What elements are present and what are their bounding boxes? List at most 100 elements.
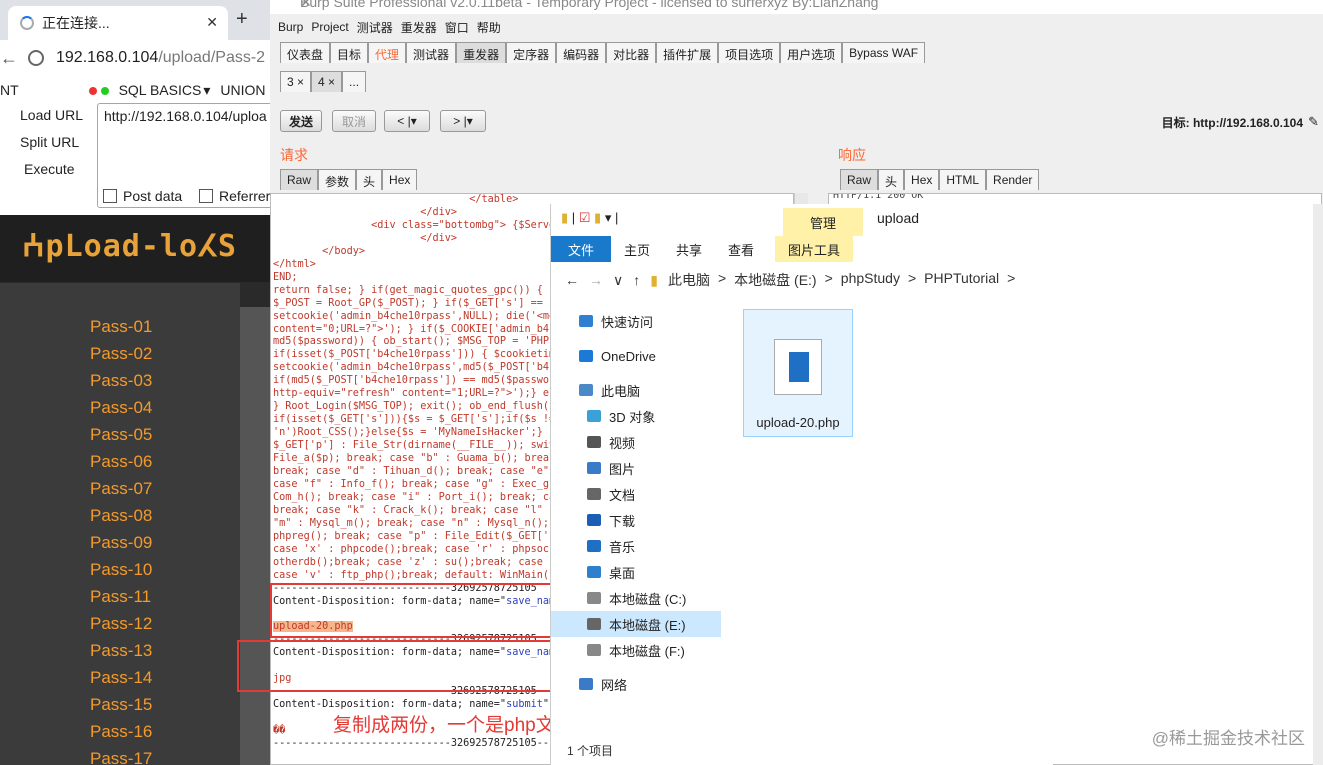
pass-link[interactable]: Pass-04 — [90, 398, 152, 418]
nav-item[interactable]: 本地磁盘 (C:) — [551, 585, 721, 611]
ribbon-tab[interactable]: 主页 — [611, 236, 663, 262]
pass-link[interactable]: Pass-01 — [90, 317, 152, 337]
pass-link[interactable]: Pass-13 — [90, 641, 152, 661]
hackbar-sql-menu[interactable]: SQL BASICS — [119, 82, 202, 98]
quick-access-toolbar[interactable]: ▮ | ☑ ▮ ▾ | — [561, 210, 618, 226]
pass-link[interactable]: Pass-10 — [90, 560, 152, 580]
main-tab[interactable]: Bypass WAF — [842, 42, 926, 63]
menu-item[interactable]: Burp — [278, 20, 303, 34]
menu-item[interactable]: 帮助 — [477, 19, 501, 36]
cancel-button[interactable]: 取消 — [332, 110, 376, 132]
explorer-address-bar[interactable]: ← → ∨ ↑ ▮ 此电脑 > 本地磁盘 (E:) > phpStudy > PHPTuto… — [551, 266, 1054, 294]
edit-target-icon[interactable]: ✎ — [1308, 114, 1319, 130]
manage-tab[interactable]: 管理 — [783, 208, 863, 236]
nav-item[interactable]: 快速访问 — [551, 308, 721, 334]
request-tab[interactable]: Raw — [280, 169, 319, 190]
back-icon[interactable]: ← — [0, 48, 22, 69]
new-tab-icon[interactable]: + — [236, 8, 248, 31]
pass-link[interactable]: Pass-05 — [90, 425, 152, 445]
request-tab[interactable]: Hex — [382, 169, 418, 190]
ribbon-tab[interactable]: 共享 — [663, 236, 715, 262]
nav-item[interactable]: 本地磁盘 (E:) — [551, 611, 721, 637]
send-button[interactable]: 发送 — [280, 110, 322, 132]
post-data-checkbox[interactable]: Post data — [103, 188, 182, 204]
menu-item[interactable]: Project — [311, 20, 348, 34]
explorer-scrollbar[interactable] — [1313, 204, 1323, 765]
nav-item[interactable]: 图片 — [551, 455, 721, 481]
checkbox-box[interactable] — [199, 189, 213, 203]
back-button[interactable]: < | ▾ — [384, 110, 430, 132]
pass-link[interactable]: Pass-09 — [90, 533, 152, 553]
back-icon[interactable]: ← — [565, 272, 579, 288]
request-tab[interactable]: 参数 — [318, 169, 357, 190]
target-label[interactable]: 目标: http://192.168.0.104 — [1162, 114, 1303, 131]
response-tab[interactable]: Raw — [840, 169, 879, 190]
main-tab[interactable]: 重发器 — [456, 42, 507, 63]
menu-item[interactable]: 测试器 — [357, 19, 393, 36]
main-tab[interactable]: 定序器 — [506, 42, 557, 63]
menu-item[interactable]: 窗口 — [445, 19, 469, 36]
pass-link[interactable]: Pass-17 — [90, 749, 152, 765]
pass-link[interactable]: Pass-03 — [90, 371, 152, 391]
main-tab[interactable]: 用户选项 — [780, 42, 843, 63]
response-tab[interactable]: Render — [986, 169, 1040, 190]
main-tab[interactable]: 编码器 — [556, 42, 607, 63]
main-tab[interactable]: 代理 — [368, 42, 407, 63]
main-tab[interactable]: 测试器 — [406, 42, 457, 63]
referrer-checkbox[interactable]: Referrer — [199, 188, 270, 204]
execute-button[interactable]: Execute — [0, 157, 96, 181]
breadcrumb-item[interactable]: phpStudy — [841, 270, 900, 290]
browser-tab[interactable]: 正在连接... ✕ — [8, 6, 228, 40]
pass-link[interactable]: Pass-14 — [90, 668, 152, 688]
pass-link[interactable]: Pass-15 — [90, 695, 152, 715]
split-url-button[interactable]: Split URL — [0, 130, 96, 154]
forward-icon[interactable]: → — [589, 272, 603, 288]
main-tab[interactable]: 插件扩展 — [656, 42, 719, 63]
main-tab[interactable]: 对比器 — [606, 42, 657, 63]
nav-item[interactable]: 音乐 — [551, 533, 721, 559]
response-tab[interactable]: 头 — [878, 169, 905, 190]
main-tab[interactable]: 项目选项 — [718, 42, 781, 63]
site-info-icon[interactable] — [28, 50, 44, 66]
response-tab[interactable]: Hex — [904, 169, 940, 190]
nav-item[interactable]: 文档 — [551, 481, 721, 507]
main-tab[interactable]: 仪表盘 — [280, 42, 331, 63]
nav-item[interactable]: 本地磁盘 (F:) — [551, 637, 721, 663]
nav-item[interactable]: 此电脑 — [551, 377, 721, 403]
forward-button[interactable]: > | ▾ — [440, 110, 486, 132]
breadcrumb-item[interactable]: 本地磁盘 (E:) — [734, 270, 816, 290]
breadcrumb-item[interactable]: 此电脑 — [668, 270, 710, 290]
nav-item[interactable]: OneDrive — [551, 343, 721, 369]
hackbar-union-menu[interactable]: UNION — [220, 82, 265, 98]
repeater-tab[interactable]: 4 × — [311, 71, 343, 92]
address-bar[interactable]: ← 192.168.0.104 /upload/Pass-2 — [0, 42, 270, 74]
pass-link[interactable]: Pass-12 — [90, 614, 152, 634]
tab-close-icon[interactable]: ✕ — [206, 14, 218, 31]
repeater-tab[interactable]: ... — [342, 71, 367, 92]
nav-item[interactable]: 视频 — [551, 429, 721, 455]
ribbon-tab[interactable]: 图片工具 — [775, 236, 854, 262]
nav-item[interactable]: 网络 — [551, 671, 721, 697]
hackbar-int-menu[interactable]: NT — [0, 82, 19, 98]
repeater-tab[interactable]: 3 × — [280, 71, 312, 92]
chevron-down-icon[interactable]: ∨ — [613, 272, 623, 289]
pass-link[interactable]: Pass-06 — [90, 452, 152, 472]
pass-link[interactable]: Pass-07 — [90, 479, 152, 499]
file-item[interactable]: upload-20.php — [743, 309, 853, 437]
nav-item[interactable]: 下载 — [551, 507, 721, 533]
close-icon[interactable]: ✕ — [300, 0, 1299, 11]
pass-link[interactable]: Pass-16 — [90, 722, 152, 742]
checkbox-box[interactable] — [103, 189, 117, 203]
ribbon-tab[interactable]: 查看 — [715, 236, 767, 262]
load-url-button[interactable]: Load URL — [0, 103, 96, 127]
menu-item[interactable]: 重发器 — [401, 19, 437, 36]
nav-item[interactable]: 桌面 — [551, 559, 721, 585]
main-tab[interactable]: 目标 — [330, 42, 369, 63]
nav-item[interactable]: 3D 对象 — [551, 403, 721, 429]
ribbon-tab[interactable]: 文件 — [551, 236, 611, 262]
up-icon[interactable]: ↑ — [633, 272, 640, 288]
request-tab[interactable]: 头 — [356, 169, 383, 190]
breadcrumb-item[interactable]: PHPTutorial — [924, 270, 999, 290]
pass-link[interactable]: Pass-11 — [90, 587, 151, 607]
response-tab[interactable]: HTML — [939, 169, 987, 190]
